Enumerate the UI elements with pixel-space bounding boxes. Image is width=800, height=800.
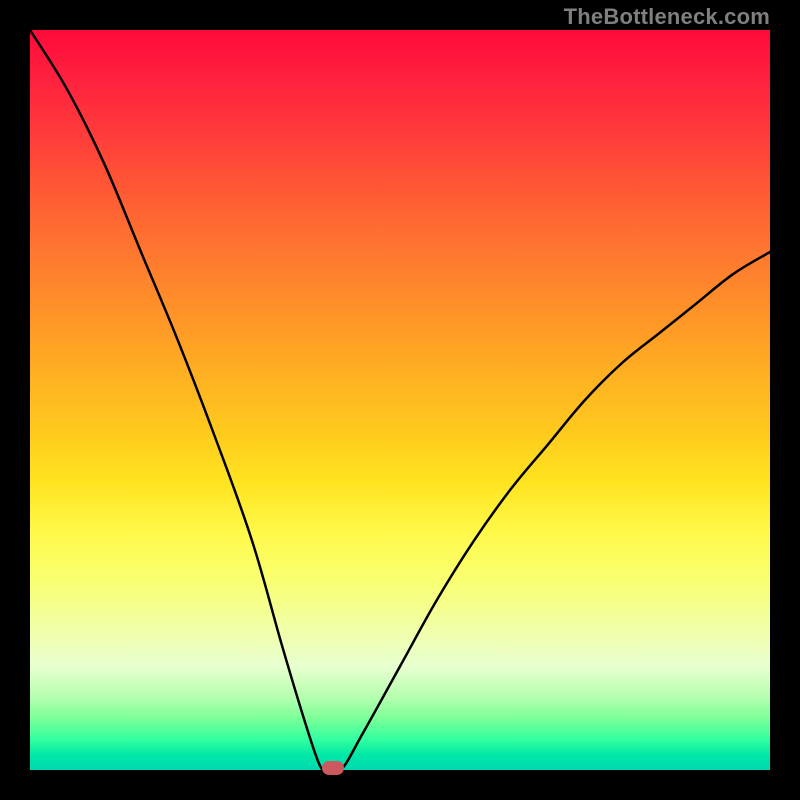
- optimal-point-marker: [322, 761, 344, 775]
- plot-area: [30, 30, 770, 770]
- bottleneck-curve: [30, 30, 770, 770]
- chart-frame: TheBottleneck.com: [0, 0, 800, 800]
- watermark-text: TheBottleneck.com: [564, 4, 770, 30]
